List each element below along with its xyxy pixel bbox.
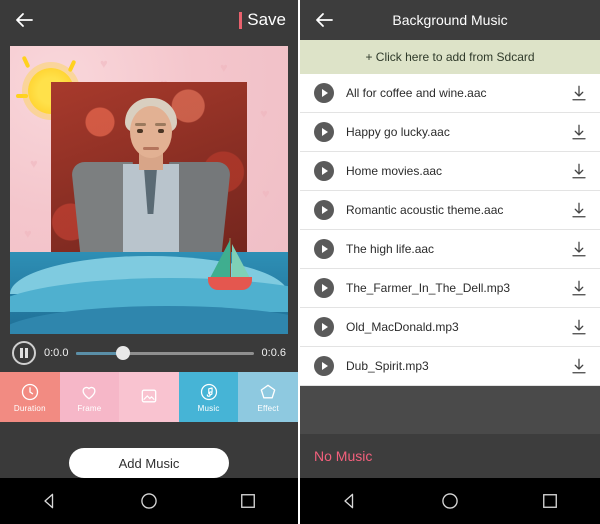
screenshot-root: Save ♥ ♥ ♥ ♥ ♥ ♥ ♥ ♥: [0, 0, 600, 524]
left-android-navbar: [0, 478, 298, 524]
page-title: Background Music: [392, 12, 508, 28]
download-icon[interactable]: [570, 240, 588, 258]
recents-square-icon[interactable]: [540, 491, 560, 511]
current-time-label: 0:0.0: [44, 347, 69, 359]
back-arrow-icon[interactable]: [312, 8, 336, 32]
save-label: Save: [247, 10, 286, 29]
heart-icon: [79, 382, 99, 402]
list-item[interactable]: Dub_Spirit.mp3: [300, 347, 600, 386]
back-arrow-icon[interactable]: [12, 8, 36, 32]
save-button[interactable]: Save: [239, 10, 286, 30]
play-circle-icon[interactable]: [312, 198, 336, 222]
back-triangle-icon[interactable]: [340, 491, 360, 511]
add-from-sdcard-button[interactable]: + Click here to add from Sdcard: [300, 40, 600, 74]
back-triangle-icon[interactable]: [40, 491, 60, 511]
play-circle-icon[interactable]: [312, 354, 336, 378]
tab-music-label: Music: [197, 403, 220, 413]
track-name: Happy go lucky.aac: [346, 125, 450, 139]
play-circle-icon[interactable]: [312, 120, 336, 144]
download-icon[interactable]: [570, 357, 588, 375]
list-item[interactable]: Old_MacDonald.mp3: [300, 308, 600, 347]
download-icon[interactable]: [570, 201, 588, 219]
download-icon[interactable]: [570, 123, 588, 141]
track-name: Home movies.aac: [346, 164, 443, 178]
list-item[interactable]: Home movies.aac: [300, 152, 600, 191]
track-name: The high life.aac: [346, 242, 435, 256]
download-icon[interactable]: [570, 279, 588, 297]
pentagon-icon: [258, 382, 278, 402]
status-badge: No Music: [300, 434, 600, 478]
tab-duration-label: Duration: [13, 403, 46, 413]
home-circle-icon[interactable]: [440, 491, 460, 511]
play-circle-icon[interactable]: [312, 315, 336, 339]
track-name: Romantic acoustic theme.aac: [346, 203, 504, 217]
left-top-bar: Save: [0, 0, 298, 40]
empty-area: [300, 386, 600, 434]
playback-controls: 0:0.0 0:0.6: [0, 334, 298, 372]
seek-knob[interactable]: [115, 346, 130, 360]
list-item[interactable]: The high life.aac: [300, 230, 600, 269]
left-phone-screen: Save ♥ ♥ ♥ ♥ ♥ ♥ ♥ ♥: [0, 0, 298, 524]
editor-tab-bar: Duration Frame Music Effect: [0, 372, 298, 422]
list-item[interactable]: All for coffee and wine.aac: [300, 74, 600, 113]
list-item[interactable]: Romantic acoustic theme.aac: [300, 191, 600, 230]
track-name: Dub_Spirit.mp3: [346, 359, 429, 373]
download-icon[interactable]: [570, 162, 588, 180]
right-top-bar: Background Music: [300, 0, 600, 40]
recents-square-icon[interactable]: [238, 491, 258, 511]
download-icon[interactable]: [570, 318, 588, 336]
tab-image[interactable]: [119, 372, 179, 422]
download-icon[interactable]: [570, 84, 588, 102]
play-circle-icon[interactable]: [312, 159, 336, 183]
clock-icon: [20, 382, 40, 402]
pause-icon[interactable]: [12, 341, 36, 365]
left-bottom-panel: Add Music: [0, 422, 298, 478]
right-android-navbar: [300, 478, 600, 524]
tab-music[interactable]: Music: [178, 372, 239, 422]
tab-frame[interactable]: Frame: [59, 372, 120, 422]
save-accent-bar: [239, 11, 243, 29]
tab-effect-label: Effect: [257, 403, 279, 413]
home-circle-icon[interactable]: [139, 491, 159, 511]
right-phone-screen: Background Music + Click here to add fro…: [298, 0, 600, 524]
play-circle-icon[interactable]: [312, 276, 336, 300]
photo-canvas[interactable]: ♥ ♥ ♥ ♥ ♥ ♥ ♥ ♥: [10, 46, 288, 334]
track-name: All for coffee and wine.aac: [346, 86, 487, 100]
add-music-button[interactable]: Add Music: [69, 448, 229, 478]
track-list: All for coffee and wine.aac Happy go luc…: [300, 74, 600, 386]
list-item[interactable]: The_Farmer_In_The_Dell.mp3: [300, 269, 600, 308]
total-time-label: 0:0.6: [261, 347, 286, 359]
tab-effect[interactable]: Effect: [238, 372, 298, 422]
tab-frame-label: Frame: [77, 403, 102, 413]
play-circle-icon[interactable]: [312, 81, 336, 105]
image-icon: [139, 386, 159, 406]
list-item[interactable]: Happy go lucky.aac: [300, 113, 600, 152]
seek-slider[interactable]: [76, 346, 254, 360]
play-circle-icon[interactable]: [312, 237, 336, 261]
music-note-icon: [199, 382, 219, 402]
tab-duration[interactable]: Duration: [0, 372, 60, 422]
track-name: Old_MacDonald.mp3: [346, 320, 459, 334]
track-name: The_Farmer_In_The_Dell.mp3: [346, 281, 511, 295]
